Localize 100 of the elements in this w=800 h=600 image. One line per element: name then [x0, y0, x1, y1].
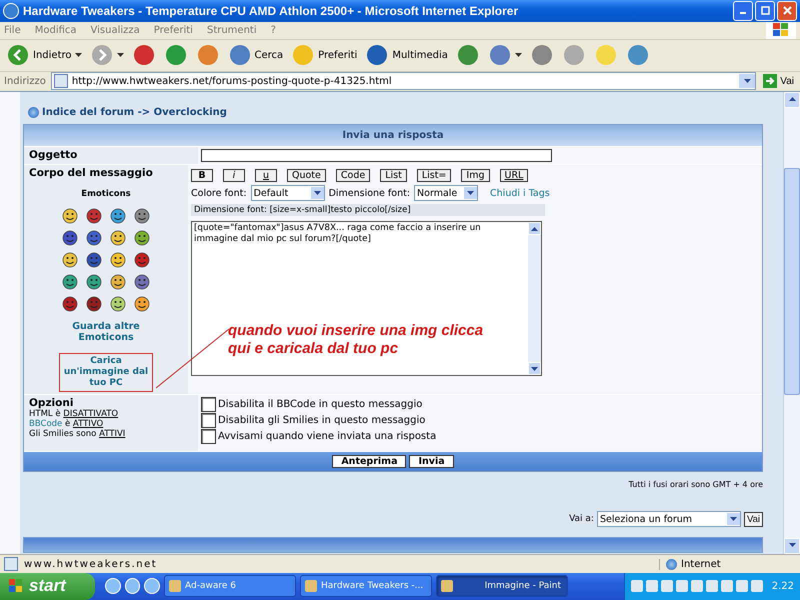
go-button[interactable]: Vai: [761, 74, 796, 88]
scroll-down-icon[interactable]: [788, 543, 796, 548]
smiley-icon[interactable]: [62, 296, 78, 312]
forum-select[interactable]: Seleziona un forum: [596, 511, 741, 528]
format-button[interactable]: i: [223, 169, 245, 182]
jump-label: Vai a:: [569, 514, 594, 524]
options-label: Opzioni: [29, 397, 74, 410]
help-text: Dimensione font: [size=x-small]testo piccolo[/size]: [191, 204, 545, 216]
format-button[interactable]: B: [191, 169, 213, 182]
status-url: www.hwtweakers.net: [24, 558, 158, 570]
minimize-button[interactable]: [733, 0, 753, 21]
format-button[interactable]: Code: [336, 169, 370, 182]
back-icon: [6, 43, 30, 68]
smiley-icon[interactable]: [134, 208, 150, 224]
checkbox-label: Disabilita gli Smilies in questo messaggio: [218, 415, 426, 426]
smiley-icon[interactable]: [62, 208, 78, 224]
caret-icon: [467, 191, 474, 196]
upload-image-link[interactable]: Carica un'immagine dal tuo PC: [59, 353, 153, 392]
format-button[interactable]: Img: [461, 169, 490, 182]
checkbox[interactable]: [201, 429, 216, 444]
page-icon: [54, 74, 68, 88]
smiley-icon[interactable]: [134, 230, 150, 246]
annotation-text: quando vuoi inserire una img clicca qui e caricala dal tuo pc: [228, 322, 484, 358]
smiley-icon[interactable]: [110, 208, 126, 224]
scroll-up-icon[interactable]: [788, 97, 796, 102]
smiley-icon[interactable]: [62, 252, 78, 268]
address-label: Indirizzo: [4, 76, 46, 87]
format-button[interactable]: u: [255, 169, 277, 182]
font-size-label: Dimensione font:: [328, 188, 410, 199]
breadcrumb-link[interactable]: Indice del forum -> Overclocking: [42, 106, 227, 118]
smiley-icon[interactable]: [134, 296, 150, 312]
subject-field[interactable]: [201, 149, 552, 162]
menu-item[interactable]: Visualizza: [90, 24, 140, 36]
checkbox-label: Avvisami quando viene inviata una risposta: [218, 431, 436, 442]
font-size-select[interactable]: Normale: [414, 185, 478, 202]
smiley-icon[interactable]: [62, 230, 78, 246]
search-button[interactable]: Cerca: [226, 43, 286, 68]
scrollbar[interactable]: [783, 92, 800, 554]
message-label: Corpo del messaggio: [29, 167, 153, 180]
menu-item[interactable]: Strumenti: [206, 24, 257, 36]
submit-button[interactable]: Invia: [409, 455, 454, 468]
form-title: Invia una risposta: [24, 125, 762, 146]
favorites-button[interactable]: Preferiti: [289, 43, 360, 68]
media-button[interactable]: Multimedia: [363, 43, 450, 68]
maximize-button[interactable]: [755, 0, 775, 21]
taskbar-button[interactable]: Ad-aware 6: [164, 575, 296, 598]
menu-item[interactable]: Preferiti: [154, 24, 193, 36]
taskbar-button[interactable]: Immagine - Paint: [436, 575, 568, 598]
menu-item[interactable]: ?: [270, 24, 276, 36]
menu-item[interactable]: Modifica: [34, 24, 77, 36]
window-title: Hardware Tweakers - Temperature CPU AMD Athlon 2500+ - Microsoft Internet Explorer: [23, 4, 520, 18]
font-color-label: Colore font:: [191, 188, 247, 199]
caret-icon: [730, 517, 737, 522]
smiley-icon[interactable]: [62, 274, 78, 290]
smiley-icon[interactable]: [86, 230, 102, 246]
close-button[interactable]: [777, 0, 797, 21]
smiley-icon[interactable]: [86, 252, 102, 268]
smiley-icon[interactable]: [134, 274, 150, 290]
caret-icon: [744, 79, 751, 84]
smiley-icon[interactable]: [86, 296, 102, 312]
smiley-icon[interactable]: [86, 274, 102, 290]
smiley-icon[interactable]: [134, 252, 150, 268]
font-color-select[interactable]: Default: [250, 185, 325, 202]
option-status: BBCode è ATTIVO: [29, 419, 104, 430]
format-button[interactable]: List: [380, 169, 407, 182]
smiley-icon[interactable]: [110, 274, 126, 290]
close-tags-link[interactable]: Chiudi i Tags: [490, 188, 550, 199]
checkbox[interactable]: [201, 397, 216, 412]
go-arrow-icon: [763, 74, 778, 88]
caret-icon: [74, 53, 82, 58]
clock: 2.22: [772, 580, 794, 592]
format-button[interactable]: URL: [500, 169, 528, 182]
more-emoticons-link[interactable]: Guarda altre Emoticons: [66, 321, 146, 344]
back-button[interactable]: Indietro: [4, 43, 84, 68]
close-icon: [782, 6, 792, 16]
subject-label: Oggetto: [29, 149, 78, 162]
jump-button[interactable]: Vai: [744, 512, 763, 527]
timezone-text: Tutti i fusi orari sono GMT + 4 ore: [628, 480, 763, 490]
checkbox[interactable]: [201, 413, 216, 428]
maximize-icon: [760, 6, 770, 16]
checkbox-label: Disabilita il BBCode in questo messaggio: [218, 399, 422, 410]
smiley-icon[interactable]: [110, 252, 126, 268]
caret-icon: [116, 53, 124, 58]
scroll-down-icon[interactable]: [531, 367, 538, 372]
menu-item[interactable]: File: [4, 24, 21, 36]
smiley-icon[interactable]: [110, 296, 126, 312]
smiley-icon[interactable]: [110, 230, 126, 246]
globe-icon: [28, 106, 39, 118]
format-button[interactable]: List=: [416, 169, 452, 182]
taskbar-button[interactable]: Hardware Tweakers -...: [300, 575, 432, 598]
smiley-icon[interactable]: [86, 208, 102, 224]
forward-icon: [90, 43, 114, 68]
address-field[interactable]: http://www.hwtweakers.net/forums-posting-quote-p-41325.html: [50, 72, 756, 90]
globe-icon: [666, 558, 677, 570]
windows-logo-icon: [8, 578, 24, 594]
submit-button[interactable]: Anteprima: [332, 455, 406, 468]
page-icon: [4, 557, 18, 572]
caret-icon: [514, 53, 522, 58]
format-button[interactable]: Quote: [287, 169, 326, 182]
scroll-up-icon[interactable]: [531, 227, 538, 232]
